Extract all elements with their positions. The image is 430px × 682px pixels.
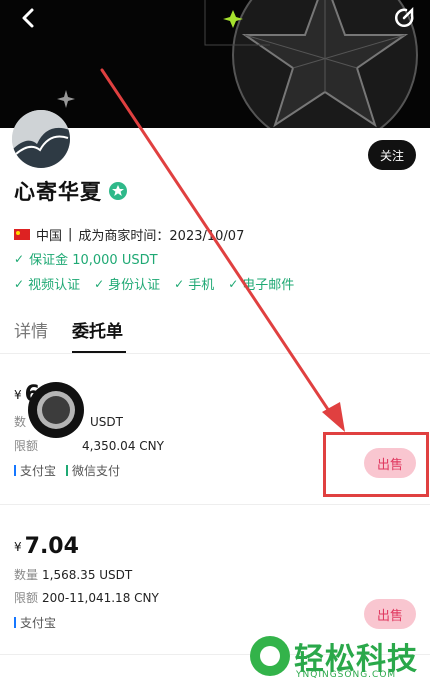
amount-value: USDT xyxy=(90,415,123,429)
meta-divider: | xyxy=(68,227,73,242)
check-icon: ✓ xyxy=(14,251,25,266)
verification-item: ✓ 身份认证 xyxy=(94,274,161,294)
check-icon: ✓ xyxy=(228,276,239,291)
order-amount: 数量 1,568.35 USDT xyxy=(14,566,132,583)
watermark-logo-icon xyxy=(250,636,290,676)
wechat-marker-icon xyxy=(66,465,69,476)
limit-value: 200-11,041.18 CNY xyxy=(42,591,159,605)
merchant-name-row: 心寄华夏 xyxy=(14,176,128,206)
payment-method: 支付宝 xyxy=(14,462,56,479)
share-icon[interactable] xyxy=(392,6,416,30)
profile-banner xyxy=(0,0,430,128)
tab-orders[interactable]: 委托单 xyxy=(72,317,123,342)
price-value: 7.04 xyxy=(24,534,79,559)
check-icon: ✓ xyxy=(14,276,25,291)
limit-label: 限额 xyxy=(14,591,39,605)
sell-button[interactable]: 出售 xyxy=(364,599,416,629)
china-flag-icon xyxy=(14,229,30,240)
site-watermark: 轻松科技 YNQINGSONG.COM xyxy=(244,630,430,682)
order-price: ¥7.04 xyxy=(14,534,79,559)
back-icon[interactable] xyxy=(14,6,42,30)
payment-label: 微信支付 xyxy=(72,464,121,478)
verification-label: 电子邮件 xyxy=(242,278,295,293)
amount-label: 数量 xyxy=(14,568,39,582)
order-limit: 限额 4,350.04 CNY xyxy=(14,437,164,454)
verification-item: ✓ 电子邮件 xyxy=(228,274,295,294)
limit-label: 限额 xyxy=(14,439,39,453)
verified-badge-icon xyxy=(108,181,128,201)
payment-methods: 支付宝 xyxy=(14,614,56,631)
amount-value: 1,568.35 USDT xyxy=(42,568,133,582)
verification-label: 手机 xyxy=(188,278,215,293)
check-icon: ✓ xyxy=(94,276,105,291)
amount-label: 数 xyxy=(14,415,27,429)
payment-label: 支付宝 xyxy=(20,616,57,630)
alipay-marker-icon xyxy=(14,465,16,476)
payment-label: 支付宝 xyxy=(20,464,57,478)
alipay-marker-icon xyxy=(14,617,16,628)
verification-label: 视频认证 xyxy=(28,278,81,293)
merchant-meta: 中国 | 成为商家时间：2023/10/07 xyxy=(14,225,244,244)
deposit-row: ✓ 保证金 10,000 USDT xyxy=(14,249,158,269)
loading-spinner-icon xyxy=(28,382,84,438)
currency-symbol: ¥ xyxy=(14,388,22,402)
merchant-name: 心寄华夏 xyxy=(14,180,102,204)
verification-label: 身份认证 xyxy=(108,278,161,293)
payment-method: 微信支付 xyxy=(66,462,120,479)
verification-item: ✓ 手机 xyxy=(174,274,215,294)
verification-item: ✓ 视频认证 xyxy=(14,274,81,294)
tab-bar: 详情 委托单 xyxy=(0,314,430,354)
check-icon: ✓ xyxy=(174,276,185,291)
limit-value: 4,350.04 CNY xyxy=(82,439,164,453)
tab-details[interactable]: 详情 xyxy=(14,317,48,342)
active-tab-indicator xyxy=(72,351,126,353)
annotation-highlight-box xyxy=(323,432,429,497)
merchant-since: 成为商家时间：2023/10/07 xyxy=(78,229,245,244)
deposit-text: 保证金 10,000 USDT xyxy=(29,253,158,268)
follow-button[interactable]: 关注 xyxy=(367,140,416,170)
star-decoration-icon xyxy=(57,0,418,128)
merchant-country: 中国 xyxy=(36,229,63,244)
order-limit: 限额 200-11,041.18 CNY xyxy=(14,589,159,606)
watermark-subtitle: YNQINGSONG.COM xyxy=(296,670,397,680)
verification-list: ✓ 视频认证 ✓ 身份认证 ✓ 手机 ✓ 电子邮件 xyxy=(14,274,295,294)
currency-symbol: ¥ xyxy=(14,540,22,554)
payment-method: 支付宝 xyxy=(14,614,56,631)
payment-methods: 支付宝 微信支付 xyxy=(14,462,120,479)
avatar[interactable] xyxy=(12,110,70,168)
